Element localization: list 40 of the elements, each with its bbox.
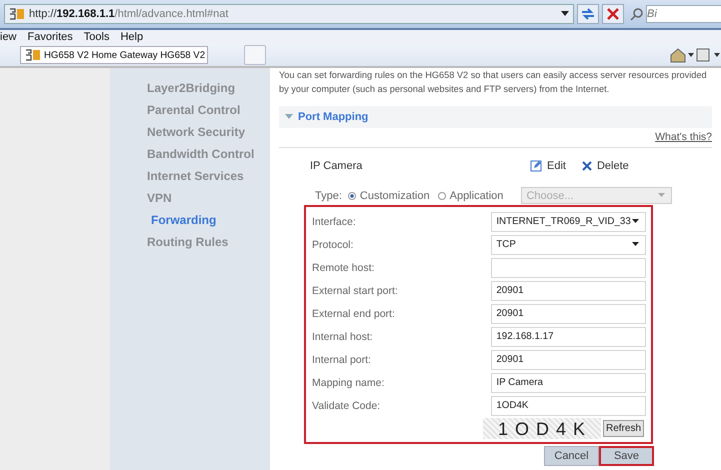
menu-item[interactable]: Favorites	[28, 31, 73, 43]
field-label: Mapping name:	[312, 376, 386, 388]
field-label: Remote host:	[312, 262, 376, 274]
dropdown[interactable]: INTERNET_TR069_R_VID_33	[491, 212, 646, 232]
edit-link[interactable]: Edit	[530, 160, 566, 172]
field-label: External start port:	[312, 284, 399, 296]
intro-text: You can set forwarding rules on the HG658 V2 so that users can easily access server resources provided by your computer (such as personal websites and FTP servers) from the Internet.	[279, 69, 708, 96]
menu-item[interactable]: Tools	[84, 31, 110, 43]
type-label: Type:	[315, 190, 342, 202]
refresh-button[interactable]: Refresh	[602, 420, 644, 437]
dropdown[interactable]: TCP	[491, 234, 646, 254]
input-field[interactable]: 20901	[491, 350, 646, 370]
help-link[interactable]: What's this?	[655, 131, 712, 143]
search-field[interactable]: Bi	[646, 5, 721, 23]
field-label: Interface:	[312, 216, 357, 228]
form-button[interactable]: Cancel	[544, 446, 599, 466]
input-field[interactable]: 1OD4K	[491, 396, 646, 416]
field-label: Internal port:	[312, 354, 372, 366]
field-label: External end port:	[312, 308, 396, 320]
form-button[interactable]: Save	[599, 446, 654, 466]
url-text: http://192.168.1.1/html/advance.html#nat	[29, 8, 230, 20]
menu-item[interactable]: Help	[120, 31, 144, 43]
delete-link[interactable]: Delete	[582, 160, 629, 172]
input-field[interactable]: 20901	[491, 280, 646, 300]
radio-option[interactable]: Customization	[348, 190, 430, 202]
radio-option[interactable]: Application	[438, 190, 504, 202]
browser-tab[interactable]: HG658 V2 Home Gateway HG658 V2	[20, 46, 208, 64]
captcha-image: 1 O D 4 K	[482, 418, 601, 439]
section-header[interactable]: Port Mapping	[279, 106, 712, 128]
menu-item[interactable]: iew	[0, 31, 17, 43]
address-bar[interactable]: http://192.168.1.1/html/advance.html#nat	[4, 4, 574, 24]
field-label: Validate Code:	[312, 400, 382, 412]
input-field[interactable]: 192.168.1.17	[491, 326, 646, 346]
input-field[interactable]: IP Camera	[491, 372, 646, 392]
entry-name: IP Camera	[310, 160, 364, 172]
tab-title: HG658 V2 Home Gateway HG658 V2	[44, 50, 206, 60]
input-field[interactable]: 20901	[491, 304, 646, 324]
field-label: Internal host:	[312, 330, 374, 342]
section-title: Port Mapping	[298, 111, 368, 123]
field-label: Protocol:	[312, 238, 354, 250]
